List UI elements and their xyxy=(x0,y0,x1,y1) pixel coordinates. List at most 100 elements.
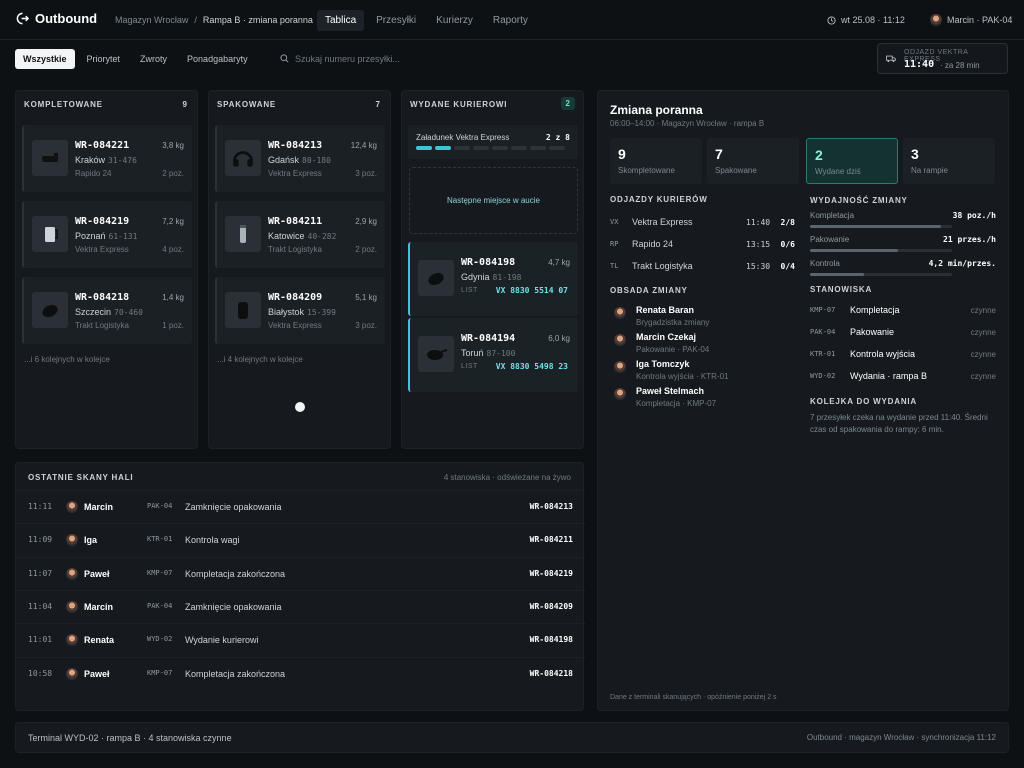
efficiency-name: Pakowanie xyxy=(810,235,850,244)
shipment-card[interactable]: WR-084218 1,4 kg Szczecin 70-460 Trakt Lo… xyxy=(22,277,192,344)
shipment-card[interactable]: WR-084209 5,1 kg Białystok 15-399 Vektra … xyxy=(215,277,385,344)
queue-more[interactable]: ...i 4 kolejnych w kolejce xyxy=(217,355,303,364)
avatar xyxy=(614,361,626,373)
speaker-icon xyxy=(225,292,261,328)
station-row[interactable]: KMP-07 Kompletacja czynne xyxy=(810,304,996,324)
nav-raporty[interactable]: Raporty xyxy=(485,10,536,31)
stat-value: 3 xyxy=(911,146,919,162)
departure-row[interactable]: RP Rapido 24 13:15 0/6 xyxy=(610,237,795,257)
shipment-city: Poznań 61-131 xyxy=(75,231,137,241)
thermos-icon xyxy=(225,216,261,252)
scan-row[interactable]: 11:09 Iga KTR-01 Kontrola wagi WR-084211 xyxy=(16,523,585,556)
scan-operator: Iga xyxy=(84,535,98,546)
carrier-code: VX xyxy=(610,218,619,226)
efficiency-row: Kontrola 4,2 min/przes. xyxy=(810,259,996,285)
filter-returns[interactable]: Zwroty xyxy=(132,49,175,69)
crew-member[interactable]: Paweł Stelmach Kompletacja · KMP-07 xyxy=(610,384,795,410)
tracking-number[interactable]: VX 8830 5514 07 xyxy=(496,286,568,295)
outbound-logo-icon xyxy=(16,12,29,25)
shipment-weight: 12,4 kg xyxy=(350,141,377,150)
scan-shipment-id[interactable]: WR-084213 xyxy=(530,502,573,511)
filter-priority[interactable]: Priorytet xyxy=(79,49,129,69)
departure-widget[interactable]: ODJAZD VEKTRA EXPRESS 11:40 · za 28 min xyxy=(877,43,1008,74)
breadcrumb: Magazyn Wrocław / Rampa B · zmiana poran… xyxy=(115,15,313,25)
clipper-icon xyxy=(32,140,68,176)
city-name: Gdańsk xyxy=(268,155,300,165)
stat-na-rampie[interactable]: 3 Na rampie xyxy=(903,138,995,184)
scan-shipment-id[interactable]: WR-084211 xyxy=(530,535,573,544)
crew-name: Iga Tomczyk xyxy=(636,359,690,369)
scan-shipment-id[interactable]: WR-084218 xyxy=(530,669,573,678)
filter-all[interactable]: Wszystkie xyxy=(15,49,75,69)
avatar xyxy=(66,600,78,613)
scan-row[interactable]: 11:11 Marcin PAK-04 Zamknięcie opakowania WR… xyxy=(16,490,585,523)
nav-przesylki[interactable]: Przesyłki xyxy=(368,10,424,31)
crew-member[interactable]: Iga Tomczyk Kontrola wyjścia · KTR-01 xyxy=(610,357,795,383)
station-status: czynne xyxy=(970,306,996,315)
scan-shipment-id[interactable]: WR-084198 xyxy=(530,635,573,644)
crew-member[interactable]: Marcin Czekaj Pakowanie · PAK-04 xyxy=(610,330,795,356)
crew-member[interactable]: Renata Baran Brygadzistka zmiany xyxy=(610,303,795,329)
scan-row[interactable]: 11:07 Paweł KMP-07 Kompletacja zakończona WR… xyxy=(16,556,585,590)
nav-kurierzy[interactable]: Kurierzy xyxy=(428,10,481,31)
station-row[interactable]: PAK-04 Pakowanie czynne xyxy=(810,326,996,346)
shipment-card[interactable]: WR-084198 4,7 kg Gdynia 81-198 LIST VX 88… xyxy=(408,242,578,316)
shipment-city: Gdynia 81-198 xyxy=(461,272,521,282)
scan-shipment-id[interactable]: WR-084219 xyxy=(530,569,573,578)
user-menu[interactable]: Marcin · PAK-04 xyxy=(930,14,1012,26)
stat-label: Skompletowane xyxy=(618,166,675,175)
carrier-code: TL xyxy=(610,262,619,270)
user-name: Marcin · PAK-04 xyxy=(947,15,1013,25)
tracking-number[interactable]: VX 8830 5498 23 xyxy=(496,362,568,371)
scan-station: WYD-02 xyxy=(147,635,173,644)
filter-bar: Wszystkie Priorytet Zwroty Ponadgabaryty xyxy=(15,49,256,69)
departure-row[interactable]: VX Vektra Express 11:40 2/8 xyxy=(610,215,795,235)
breadcrumb-site[interactable]: Magazyn Wrocław xyxy=(115,15,188,25)
search-input[interactable]: Szukaj numeru przesyłki... xyxy=(280,50,580,67)
stat-skompletowane[interactable]: 9 Skompletowane xyxy=(610,138,702,184)
scan-row[interactable]: 11:01 Renata WYD-02 Wydanie kurierowi WR-084… xyxy=(16,623,585,656)
shipment-card[interactable]: WR-084219 7,2 kg Poznań 61-131 Vektra Exp… xyxy=(22,201,192,268)
shipment-weight: 1,4 kg xyxy=(162,293,184,302)
departure-row[interactable]: TL Trakt Logistyka 15:30 0/4 xyxy=(610,259,795,279)
station-row[interactable]: KTR-01 Kontrola wyjścia czynne xyxy=(810,348,996,368)
user-avatar xyxy=(930,14,942,26)
efficiency-row: Pakowanie 21 przes./h xyxy=(810,235,996,261)
filter-oversize[interactable]: Ponadgabaryty xyxy=(179,49,256,69)
stat-wydane[interactable]: 2 Wydane dziś xyxy=(806,138,898,184)
shipment-card[interactable]: WR-084221 3,8 kg Kraków 31-476 Rapido 24 … xyxy=(22,125,192,192)
queue-more[interactable]: ...i 6 kolejnych w kolejce xyxy=(24,355,110,364)
scan-shipment-id[interactable]: WR-084209 xyxy=(530,602,573,611)
stat-label: Wydane dziś xyxy=(815,167,861,176)
headphones-icon xyxy=(225,140,261,176)
stat-value: 7 xyxy=(715,146,723,162)
shipment-carrier: Vektra Express xyxy=(268,169,322,178)
loading-segment xyxy=(416,146,432,150)
app-logo[interactable]: Outbound xyxy=(16,11,97,26)
efficiency-title: WYDAJNOŚĆ ZMIANY xyxy=(810,196,908,205)
shipment-items: 4 poz. xyxy=(162,245,184,254)
search-placeholder: Szukaj numeru przesyłki... xyxy=(295,53,401,64)
avatar xyxy=(66,567,78,580)
next-slot-dropzone[interactable]: Następne miejsce w aucie xyxy=(409,167,578,234)
scan-station: KTR-01 xyxy=(147,535,173,544)
station-row[interactable]: WYD-02 Wydania · rampa B czynne xyxy=(810,370,996,390)
station-code: PAK-04 xyxy=(810,328,836,336)
shipment-card[interactable]: WR-084211 2,9 kg Katowice 40-282 Trakt Lo… xyxy=(215,201,385,268)
scan-operator: Marcin xyxy=(84,502,114,512)
departure-countdown: · za 28 min xyxy=(940,61,980,70)
nav-tablica[interactable]: Tablica xyxy=(317,10,365,31)
efficiency-bar xyxy=(810,249,952,252)
shipment-card[interactable]: WR-084213 12,4 kg Gdańsk 80-180 Vektra Ex… xyxy=(215,125,385,192)
efficiency-bar-fill xyxy=(810,225,941,228)
shipment-card[interactable]: WR-084194 6,0 kg Toruń 87-100 LIST VX 883… xyxy=(408,318,578,392)
scan-time: 11:07 xyxy=(28,568,53,578)
kettle-icon xyxy=(32,216,68,252)
scan-time: 11:01 xyxy=(28,635,53,645)
column-kompletowane: KOMPLETOWANE 9 WR-084221 3,8 kg Kraków 31… xyxy=(15,90,198,449)
departure-time: 15:30 xyxy=(746,262,771,271)
carrier-name: Rapido 24 xyxy=(632,239,674,249)
stat-spakowane[interactable]: 7 Spakowane xyxy=(707,138,799,184)
scan-row[interactable]: 11:04 Marcin PAK-04 Zamknięcie opakowania WR… xyxy=(16,589,585,623)
scan-row[interactable]: 10:58 Paweł KMP-07 Kompletacja zakończona WR… xyxy=(16,656,585,690)
